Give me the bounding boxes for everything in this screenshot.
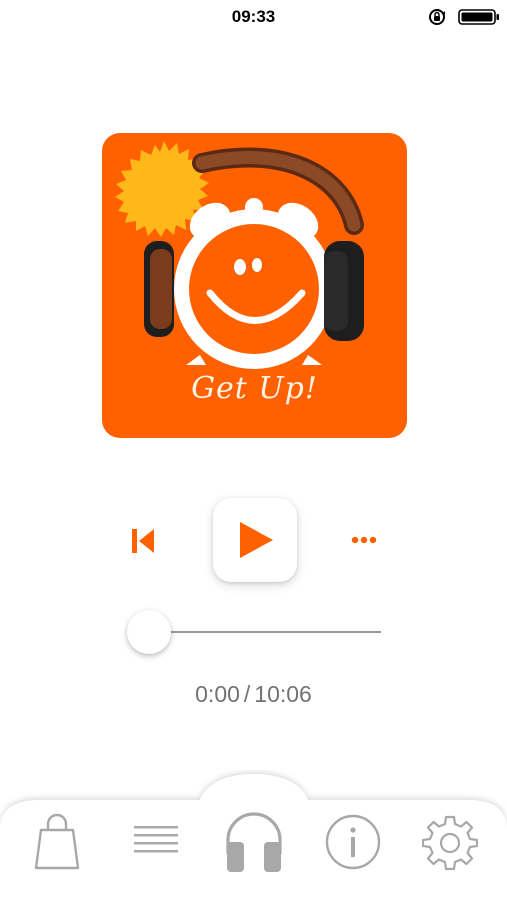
- progress-track[interactable]: [150, 631, 381, 633]
- headphones-icon[interactable]: [222, 808, 286, 874]
- bottom-navigation: [0, 770, 507, 900]
- album-title: Get Up!: [191, 371, 318, 406]
- status-bar: 09:33: [0, 0, 507, 34]
- time-separator: /: [243, 681, 251, 707]
- play-icon: [240, 522, 273, 558]
- progress-thumb[interactable]: [127, 610, 171, 654]
- rotation-lock-icon: [429, 9, 445, 25]
- battery-icon: [458, 9, 499, 25]
- shopping-bag-icon[interactable]: [33, 812, 81, 872]
- total-time: 10:06: [254, 681, 312, 707]
- gear-icon[interactable]: [422, 814, 478, 870]
- album-artwork: Get Up!: [102, 133, 407, 438]
- list-icon[interactable]: [132, 824, 180, 858]
- skip-previous-icon[interactable]: [128, 526, 160, 556]
- more-icon[interactable]: [350, 530, 378, 550]
- time-display: 0:00/10:06: [0, 681, 507, 708]
- info-icon[interactable]: [325, 814, 381, 870]
- play-button[interactable]: [213, 498, 297, 582]
- current-time: 0:00: [195, 681, 240, 707]
